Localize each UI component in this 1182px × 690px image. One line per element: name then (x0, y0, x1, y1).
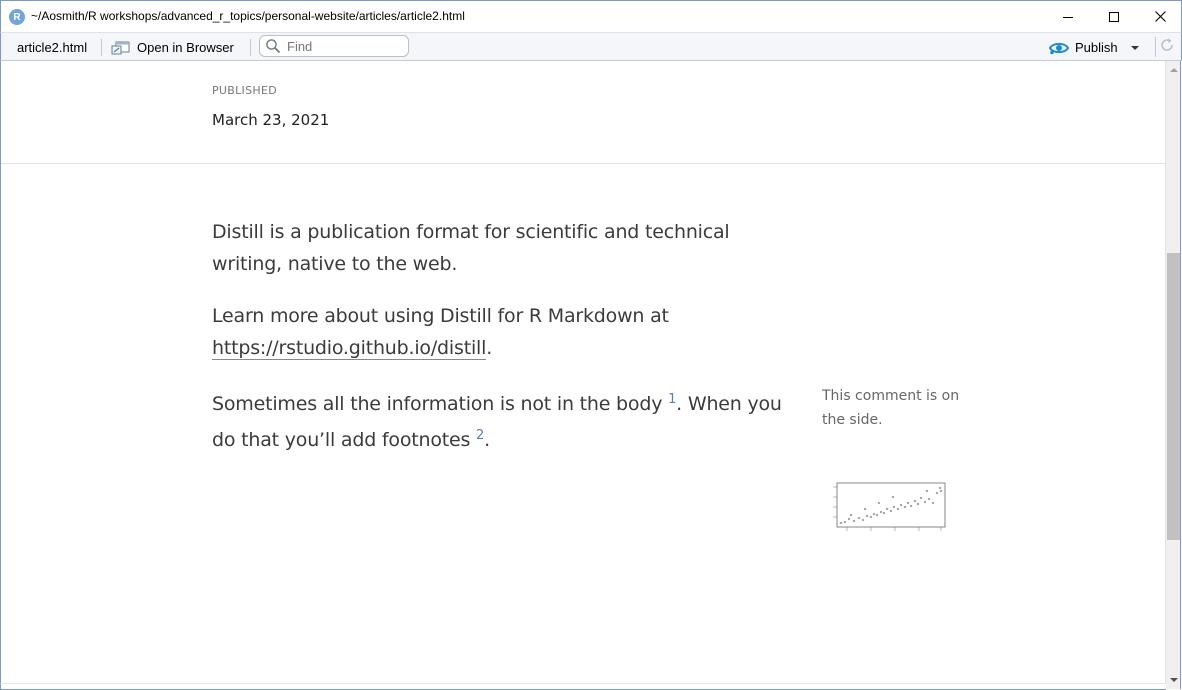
publish-eye-icon (1049, 42, 1069, 54)
file-name-label: article2.html (17, 40, 88, 55)
chevron-down-icon[interactable] (1130, 45, 1139, 51)
find-box[interactable] (259, 35, 409, 57)
scroll-up-arrow-icon[interactable] (1169, 65, 1179, 75)
paragraph-2-text: Learn more about using Distill for R Mar… (212, 305, 669, 327)
side-comment: This comment is on the side. (822, 388, 960, 428)
find-input[interactable] (287, 38, 397, 54)
open-in-browser-label: Open in Browser (137, 40, 234, 55)
maximize-icon (1109, 11, 1119, 22)
close-icon (1154, 11, 1166, 22)
byline-divider (1, 163, 1165, 164)
paragraph-2-suffix: . (486, 337, 493, 359)
article-viewer: PUBLISHED March 23, 2021 Distill is a pu… (0, 61, 1165, 683)
footnote-ref-2[interactable]: 2 (476, 428, 484, 443)
paragraph-3-end: . (484, 429, 490, 451)
magnifier-icon (266, 39, 281, 54)
publish-button[interactable]: Publish (1049, 38, 1139, 57)
window-title-bar: R ~/Aosmith/R workshops/advanced_r_topic… (0, 0, 1182, 32)
side-scatter-plot-thumbnail (833, 482, 946, 531)
r-logo-icon: R (9, 9, 25, 25)
toolbar-separator (101, 39, 102, 56)
maximize-button[interactable] (1091, 1, 1137, 32)
window-title: ~/Aosmith/R workshops/advanced_r_topics/… (31, 9, 465, 23)
close-button[interactable] (1137, 1, 1182, 32)
toolbar-separator (250, 39, 251, 56)
viewer-toolbar: article2.html Open in Browser Publish (0, 32, 1182, 61)
refresh-button[interactable] (1155, 37, 1175, 57)
scroll-down-arrow-icon[interactable] (1169, 675, 1179, 685)
published-label: PUBLISHED (212, 84, 277, 97)
publish-label: Publish (1075, 40, 1118, 55)
distill-link[interactable]: https://rstudio.github.io/distill (212, 337, 486, 360)
footnote-ref-1[interactable]: 1 (668, 392, 676, 407)
minimize-button[interactable] (1045, 1, 1091, 32)
article-paragraph-2: Learn more about using Distill for R Mar… (212, 300, 802, 364)
published-date: March 23, 2021 (212, 111, 330, 129)
scrollbar-thumb[interactable] (1167, 253, 1180, 540)
paragraph-3-text: Sometimes all the information is not in … (212, 393, 669, 415)
article-paragraph-1: Distill is a publication format for scie… (212, 221, 730, 275)
window-bottom-edge (0, 683, 1166, 690)
refresh-icon (1161, 38, 1173, 51)
article-paragraph-3: Sometimes all the information is not in … (212, 384, 802, 456)
vertical-scrollbar[interactable] (1165, 61, 1181, 689)
open-in-browser-button[interactable]: Open in Browser (111, 37, 234, 58)
minimize-icon (1063, 16, 1073, 18)
browser-window-icon (111, 41, 130, 54)
